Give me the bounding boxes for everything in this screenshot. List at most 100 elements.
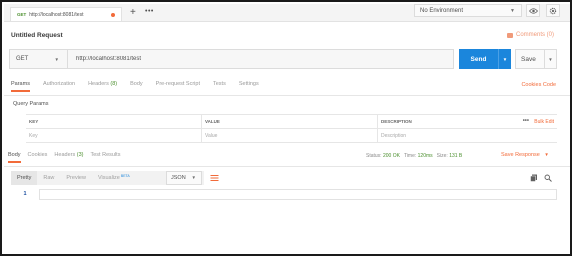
response-status: Status: 200 OK Time: 120ms Size: 131 B xyxy=(366,153,462,159)
request-tab[interactable]: GET http://localhost:8081/test xyxy=(10,7,122,21)
column-header-key: KEY xyxy=(26,115,202,128)
tab-settings[interactable]: Settings xyxy=(239,81,259,90)
format-select[interactable]: JSON ▼ xyxy=(166,171,202,185)
comments-label: Comments (0) xyxy=(515,32,554,38)
response-tab-test-results[interactable]: Test Results xyxy=(90,152,120,161)
more-options-button[interactable]: ••• xyxy=(523,118,529,124)
save-button[interactable]: Save ▼ xyxy=(515,49,557,69)
method-select[interactable]: GET ▼ xyxy=(10,50,68,68)
bulk-edit-link[interactable]: Bulk Edit xyxy=(534,119,554,125)
description-header-label: DESCRIPTION xyxy=(381,119,412,124)
table-header-row: KEY VALUE DESCRIPTION ••• Bulk Edit xyxy=(26,115,557,129)
key-input[interactable]: Key xyxy=(26,129,202,142)
column-header-description: DESCRIPTION ••• Bulk Edit xyxy=(378,115,557,128)
tab-label: Pre-request Script xyxy=(155,81,200,87)
tab-count: (3) xyxy=(76,152,84,158)
format-value: JSON xyxy=(171,175,186,181)
gear-icon xyxy=(549,7,557,14)
mode-pretty[interactable]: Pretty xyxy=(11,171,38,185)
save-response-button[interactable]: Save Response ▼ xyxy=(501,152,549,158)
url-input[interactable] xyxy=(68,50,453,68)
wrap-lines-icon xyxy=(210,175,218,181)
table-row: Key Value Description xyxy=(26,129,557,143)
tab-label: Authorization xyxy=(42,81,76,87)
tab-tests[interactable]: Tests xyxy=(213,81,226,90)
tab-count: (8) xyxy=(110,81,118,87)
new-tab-button[interactable]: + xyxy=(130,7,136,18)
tab-params[interactable]: Params xyxy=(11,81,30,92)
visualize-label: Visualize xyxy=(97,175,120,181)
wrap-lines-button[interactable] xyxy=(207,171,221,185)
status-value: 200 OK xyxy=(382,153,400,159)
environment-label: No Environment xyxy=(420,8,464,14)
divider xyxy=(4,95,570,96)
save-response-label: Save Response xyxy=(501,152,540,158)
tab-headers[interactable]: Headers (8) xyxy=(88,81,117,90)
size-label: Size: xyxy=(436,153,448,159)
beta-badge: BETA xyxy=(120,174,130,178)
mode-visualize[interactable]: Visualize BETA xyxy=(92,171,136,185)
copy-icon xyxy=(530,174,537,182)
response-tab-body[interactable]: Body xyxy=(8,152,21,163)
url-bar: GET ▼ xyxy=(9,49,454,69)
divider xyxy=(4,166,570,167)
size-value: 131 B xyxy=(449,153,463,159)
unsaved-dot-icon xyxy=(111,13,115,17)
method-value: GET xyxy=(16,56,29,62)
tab-url: http://localhost:8081/test xyxy=(29,11,84,18)
eye-button[interactable] xyxy=(526,4,540,17)
send-options-chevron-icon[interactable]: ▼ xyxy=(498,49,511,69)
chevron-down-icon: ▼ xyxy=(544,152,549,157)
cookies-code-links[interactable]: Cookies Code xyxy=(521,82,556,88)
tab-authorization[interactable]: Authorization xyxy=(43,81,75,90)
chevron-down-icon: ▼ xyxy=(54,57,59,62)
send-label: Send xyxy=(470,55,487,63)
request-tabs: Params Authorization Headers (8) Body Pr… xyxy=(11,81,272,92)
params-table: KEY VALUE DESCRIPTION ••• Bulk Edit Key … xyxy=(26,114,557,143)
status-label: Status: xyxy=(366,153,382,159)
time-label: Time: xyxy=(403,153,417,159)
description-input[interactable]: Description xyxy=(378,129,557,142)
search-button[interactable] xyxy=(542,172,554,184)
time-text: Time: 120ms xyxy=(404,153,433,159)
tab-label: Tests xyxy=(213,81,226,87)
value-input[interactable]: Value xyxy=(202,129,378,142)
size-text: Size: 131 B xyxy=(437,153,463,159)
query-params-title: Query Params xyxy=(13,101,49,107)
mode-raw[interactable]: Raw xyxy=(37,171,60,185)
save-options-chevron-icon[interactable]: ▼ xyxy=(544,50,556,68)
tab-label: Body xyxy=(8,152,21,158)
tab-label: Settings xyxy=(238,81,259,87)
line-number: 1 xyxy=(23,191,27,197)
tab-label: Cookies xyxy=(27,152,48,158)
send-button[interactable]: Send ▼ xyxy=(459,49,511,69)
code-line[interactable] xyxy=(39,189,557,200)
status-text: Status: 200 OK xyxy=(366,153,400,159)
response-tab-headers[interactable]: Headers (3) xyxy=(54,152,83,161)
comments-button[interactable]: Comments (0) xyxy=(506,32,554,38)
mode-preview[interactable]: Preview xyxy=(60,171,92,185)
response-tabs: Body Cookies Headers (3) Test Results xyxy=(8,152,127,163)
response-editor[interactable]: 1 xyxy=(11,189,557,200)
eye-icon xyxy=(528,7,538,14)
time-value: 120ms xyxy=(417,153,433,159)
search-icon xyxy=(544,174,552,182)
request-name[interactable]: Untitled Request xyxy=(11,32,63,39)
tab-pre-request-script[interactable]: Pre-request Script xyxy=(156,81,200,90)
tab-method: GET xyxy=(17,12,27,17)
response-tab-cookies[interactable]: Cookies xyxy=(28,152,48,161)
comment-icon xyxy=(506,32,513,38)
column-header-value: VALUE xyxy=(202,115,378,128)
save-label: Save xyxy=(521,55,536,63)
tab-label: Body xyxy=(130,81,143,87)
copy-button[interactable] xyxy=(528,172,540,184)
tab-body[interactable]: Body xyxy=(130,81,143,90)
settings-button[interactable] xyxy=(546,4,560,17)
tab-label: Test Results xyxy=(90,152,121,158)
environment-select[interactable]: No Environment ▼ xyxy=(414,4,522,17)
tab-label: Headers xyxy=(88,81,109,87)
tab-label: Headers xyxy=(54,152,76,158)
tab-label: Params xyxy=(11,81,30,87)
app-window: GET http://localhost:8081/test + ••• No … xyxy=(0,0,572,256)
more-tabs-button[interactable]: ••• xyxy=(145,8,154,15)
